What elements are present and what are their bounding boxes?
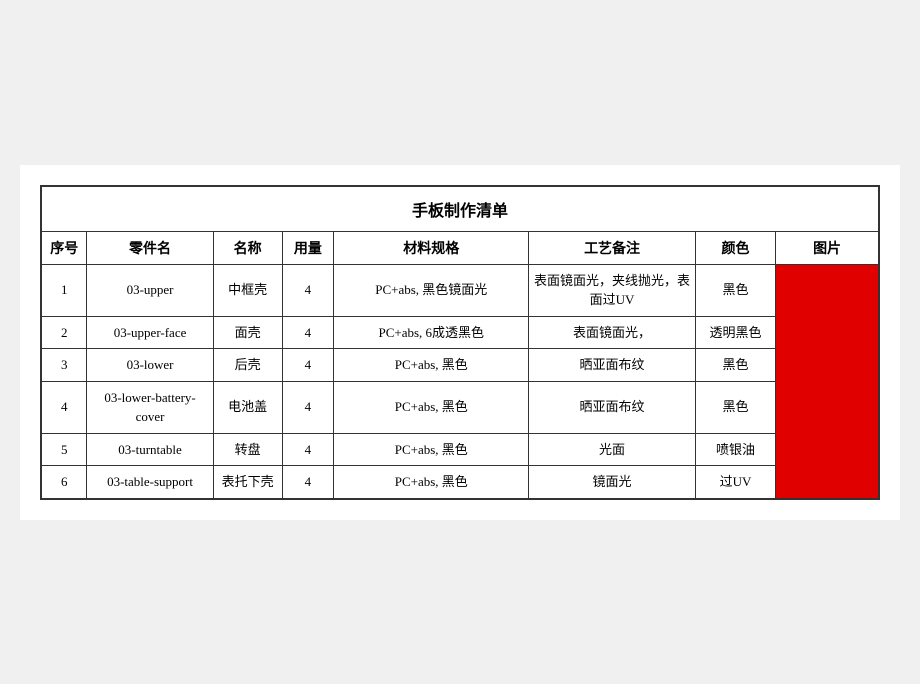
cell-color: 过UV: [695, 466, 775, 499]
cell-name: 中框壳: [213, 264, 282, 316]
cell-material: PC+abs, 6成透黑色: [334, 316, 529, 349]
header-color: 颜色: [695, 231, 775, 264]
cell-process: 镜面光: [529, 466, 695, 499]
cell-qty: 4: [282, 381, 334, 433]
cell-seq: 5: [41, 433, 87, 466]
cell-seq: 2: [41, 316, 87, 349]
image-cell: [776, 264, 879, 499]
header-image: 图片: [776, 231, 879, 264]
cell-material: PC+abs, 黑色: [334, 349, 529, 382]
cell-qty: 4: [282, 316, 334, 349]
cell-seq: 3: [41, 349, 87, 382]
cell-name: 后壳: [213, 349, 282, 382]
header-name: 名称: [213, 231, 282, 264]
cell-process: 晒亚面布纹: [529, 381, 695, 433]
cell-material: PC+abs, 黑色镜面光: [334, 264, 529, 316]
header-qty: 用量: [282, 231, 334, 264]
cell-process: 表面镜面光，: [529, 316, 695, 349]
cell-qty: 4: [282, 466, 334, 499]
table-row: 503-turntable转盘4PC+abs, 黑色光面喷银油: [41, 433, 879, 466]
title-row: 手板制作清单: [41, 186, 879, 232]
table-body: 103-upper中框壳4PC+abs, 黑色镜面光表面镜面光，夹线抛光，表面过…: [41, 264, 879, 499]
header-row: 序号 零件名 名称 用量 材料规格 工艺备注 颜色 图片: [41, 231, 879, 264]
cell-name: 电池盖: [213, 381, 282, 433]
cell-material: PC+abs, 黑色: [334, 466, 529, 499]
page-container: 手板制作清单 序号 零件名 名称 用量 材料规格 工艺备注 颜色 图片 103-…: [20, 165, 900, 520]
cell-color: 黑色: [695, 349, 775, 382]
parts-table: 手板制作清单 序号 零件名 名称 用量 材料规格 工艺备注 颜色 图片 103-…: [40, 185, 880, 500]
header-seq: 序号: [41, 231, 87, 264]
header-partname: 零件名: [87, 231, 213, 264]
cell-name: 表托下壳: [213, 466, 282, 499]
cell-qty: 4: [282, 349, 334, 382]
cell-qty: 4: [282, 433, 334, 466]
header-process: 工艺备注: [529, 231, 695, 264]
table-row: 203-upper-face面壳4PC+abs, 6成透黑色表面镜面光，透明黑色: [41, 316, 879, 349]
cell-material: PC+abs, 黑色: [334, 433, 529, 466]
cell-material: PC+abs, 黑色: [334, 381, 529, 433]
cell-process: 光面: [529, 433, 695, 466]
cell-name: 转盘: [213, 433, 282, 466]
table-row: 603-table-support表托下壳4PC+abs, 黑色镜面光过UV: [41, 466, 879, 499]
cell-seq: 4: [41, 381, 87, 433]
cell-process: 表面镜面光，夹线抛光，表面过UV: [529, 264, 695, 316]
table-row: 303-lower后壳4PC+abs, 黑色晒亚面布纹黑色: [41, 349, 879, 382]
cell-partname: 03-lower: [87, 349, 213, 382]
cell-color: 喷银油: [695, 433, 775, 466]
cell-name: 面壳: [213, 316, 282, 349]
cell-color: 透明黑色: [695, 316, 775, 349]
cell-color: 黑色: [695, 264, 775, 316]
cell-qty: 4: [282, 264, 334, 316]
cell-partname: 03-turntable: [87, 433, 213, 466]
cell-partname: 03-lower-battery-cover: [87, 381, 213, 433]
cell-seq: 1: [41, 264, 87, 316]
table-title: 手板制作清单: [41, 186, 879, 232]
cell-process: 晒亚面布纹: [529, 349, 695, 382]
table-row: 403-lower-battery-cover电池盖4PC+abs, 黑色晒亚面…: [41, 381, 879, 433]
cell-partname: 03-upper: [87, 264, 213, 316]
table-row: 103-upper中框壳4PC+abs, 黑色镜面光表面镜面光，夹线抛光，表面过…: [41, 264, 879, 316]
cell-seq: 6: [41, 466, 87, 499]
header-material: 材料规格: [334, 231, 529, 264]
cell-color: 黑色: [695, 381, 775, 433]
cell-partname: 03-table-support: [87, 466, 213, 499]
cell-partname: 03-upper-face: [87, 316, 213, 349]
